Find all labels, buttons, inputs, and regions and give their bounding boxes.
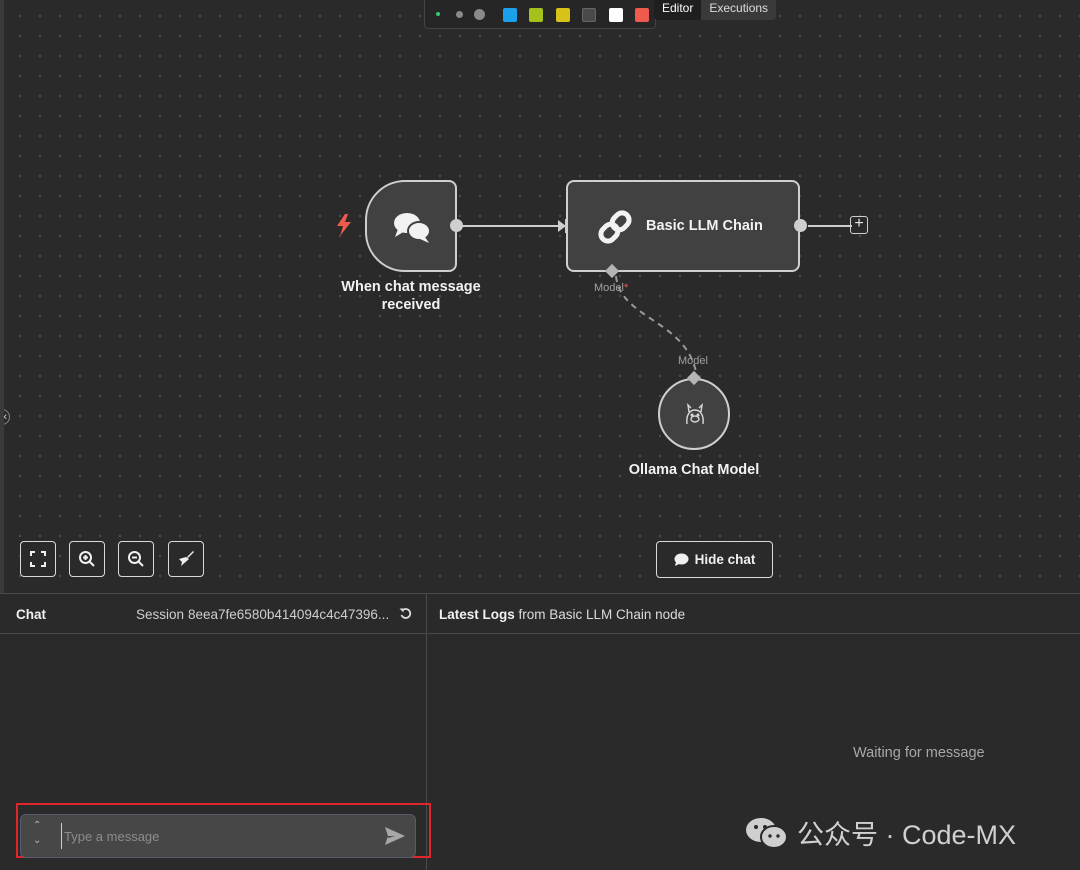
model-port-label: Model bbox=[678, 355, 708, 367]
fit-view-button[interactable] bbox=[20, 541, 56, 577]
reset-session-icon[interactable] bbox=[399, 607, 412, 623]
session-label: Session bbox=[136, 607, 185, 622]
watermark-text: 公众号 · Code-MX bbox=[797, 820, 1017, 850]
ollama-model-node[interactable] bbox=[658, 378, 730, 450]
llm-chain-label: Basic LLM Chain bbox=[646, 218, 763, 234]
logs-header: Latest Logs from Basic LLM Chain node bbox=[428, 594, 1080, 634]
fit-view-icon bbox=[30, 551, 46, 567]
connections bbox=[460, 219, 852, 379]
chat-title: Chat bbox=[16, 607, 46, 622]
trigger-label-line1: When chat message bbox=[341, 279, 481, 295]
ollama-model-label: Ollama Chat Model bbox=[628, 462, 760, 478]
link-icon bbox=[596, 208, 634, 251]
required-mark: * bbox=[623, 282, 629, 294]
logs-title-bold: Latest Logs bbox=[439, 607, 515, 622]
history-up-icon[interactable]: ⌃ bbox=[33, 820, 41, 831]
chat-bubbles-icon bbox=[392, 210, 432, 249]
chat-header: Chat Session 8eea7fe6580b414094c4c47396.… bbox=[0, 594, 427, 634]
zoom-in-button[interactable] bbox=[69, 541, 105, 577]
llama-icon bbox=[682, 402, 708, 433]
tidy-up-button[interactable] bbox=[168, 541, 204, 577]
zoom-out-icon bbox=[128, 551, 144, 567]
speech-bubble-icon bbox=[674, 553, 689, 566]
waiting-message: Waiting for message bbox=[853, 745, 985, 761]
llm-chain-node[interactable]: Basic LLM Chain bbox=[566, 180, 800, 272]
chain-output-handle[interactable] bbox=[794, 219, 807, 232]
model-label-text: Model bbox=[594, 282, 624, 294]
trigger-output-handle[interactable] bbox=[450, 219, 463, 232]
trigger-label-line2: received bbox=[381, 297, 441, 313]
hide-chat-button[interactable]: Hide chat bbox=[656, 541, 773, 578]
workflow-canvas[interactable]: Editor Executions When chat message rece… bbox=[0, 0, 1080, 593]
send-icon[interactable] bbox=[385, 827, 405, 850]
logs-title-rest: from Basic LLM Chain node bbox=[518, 607, 686, 622]
chain-model-port-label: Model* bbox=[594, 282, 628, 294]
hide-chat-label: Hide chat bbox=[694, 552, 756, 567]
trigger-node[interactable] bbox=[365, 180, 457, 272]
add-node-button[interactable]: + bbox=[850, 216, 868, 234]
chat-pane: Chat Session 8eea7fe6580b414094c4c47396.… bbox=[0, 594, 431, 870]
trigger-node-label: When chat message received bbox=[326, 278, 496, 314]
logs-title: Latest Logs from Basic LLM Chain node bbox=[439, 607, 685, 622]
zoom-out-button[interactable] bbox=[118, 541, 154, 577]
session-id: 8eea7fe6580b414094c4c47396... bbox=[188, 607, 390, 622]
zoom-in-icon bbox=[79, 551, 95, 567]
wechat-icon bbox=[746, 817, 788, 849]
broom-icon bbox=[179, 551, 194, 566]
lightning-icon bbox=[336, 214, 352, 241]
history-down-icon[interactable]: ⌄ bbox=[33, 835, 41, 846]
message-input-box: ⌃ ⌄ bbox=[20, 814, 416, 858]
message-input[interactable] bbox=[61, 823, 366, 849]
watermark: 公众号 · Code-MX bbox=[745, 813, 1016, 852]
